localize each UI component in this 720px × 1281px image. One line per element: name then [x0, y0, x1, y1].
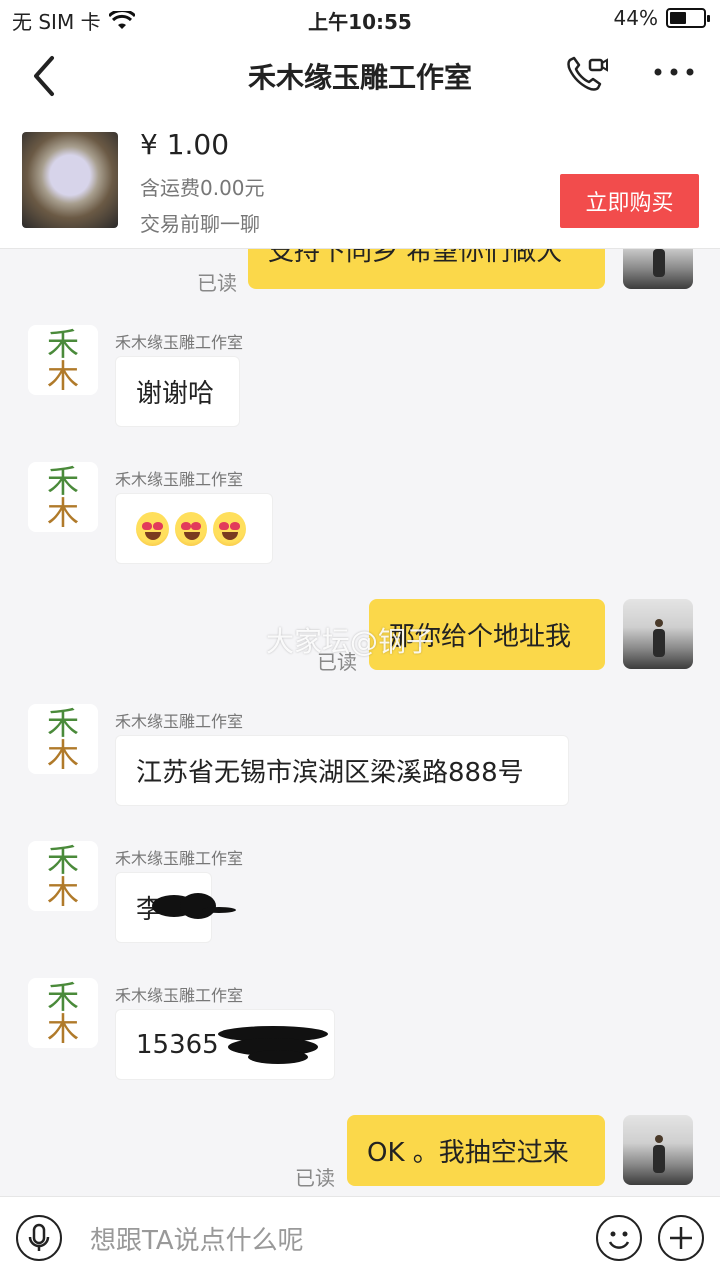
message-bubble-in: 李 — [115, 872, 236, 943]
message-bubble-emoji — [115, 493, 273, 564]
heart-eyes-emoji-icon — [213, 511, 247, 546]
my-avatar[interactable] — [623, 1115, 693, 1185]
message-text: 谢谢哈 — [136, 379, 215, 409]
message-text: 15365 — [136, 1029, 219, 1060]
chat-area: 支持下同乡 希望你们做大 已读 禾 木 禾木缘玉雕工作室 谢谢哈 禾 木 禾木缘… — [0, 249, 720, 1195]
shipping-fee: 含运费0.00元 — [140, 176, 265, 200]
shop-avatar[interactable]: 禾 木 — [28, 462, 98, 532]
product-price: ¥ 1.00 — [140, 128, 230, 161]
sender-name: 禾木缘玉雕工作室 — [115, 333, 244, 352]
emoji-button[interactable] — [596, 1215, 642, 1261]
read-receipt: 已读 — [197, 271, 237, 295]
message-bubble-out: 支持下同乡 希望你们做大 — [248, 249, 605, 289]
sender-name: 禾木缘玉雕工作室 — [115, 712, 244, 731]
my-avatar[interactable] — [623, 249, 693, 289]
heart-eyes-emoji-icon — [174, 511, 208, 546]
redaction-scribble — [218, 1020, 328, 1070]
product-thumbnail[interactable] — [22, 132, 118, 228]
message-text: 支持下同乡 希望你们做大 — [268, 249, 563, 267]
chat-title: 禾木缘玉雕工作室 — [247, 61, 472, 94]
microphone-icon — [28, 1223, 50, 1251]
watermark-text: 大家坛@钢子 — [266, 625, 435, 658]
status-right: 44% — [613, 6, 710, 30]
message-text: OK 。我抽空过来 — [367, 1138, 569, 1168]
redaction-scribble — [146, 891, 236, 921]
message-bubble-out: OK 。我抽空过来 — [347, 1115, 605, 1186]
message-text: 江苏省无锡市滨湖区梁溪路888号 — [136, 758, 524, 788]
message-input[interactable]: 想跟TA说点什么呢 — [74, 1215, 574, 1261]
smiley-icon — [608, 1231, 630, 1249]
message-bubble-in: 江苏省无锡市滨湖区梁溪路888号 — [115, 735, 569, 806]
shop-avatar[interactable]: 禾 木 — [28, 978, 98, 1048]
battery-percent: 44% — [613, 6, 658, 30]
status-time: 上午10:55 — [308, 10, 412, 34]
message-bubble-in: 15365 — [115, 1009, 335, 1080]
nav-bar: 禾木缘玉雕工作室 — [0, 36, 720, 116]
shop-avatar[interactable]: 禾 木 — [28, 841, 98, 911]
more-actions-button[interactable] — [658, 1215, 704, 1261]
heart-eyes-emoji-icon — [136, 511, 169, 546]
plus-icon — [670, 1227, 692, 1249]
more-options-icon[interactable] — [652, 60, 696, 84]
status-bar: 无 SIM 卡 上午10:55 44% — [0, 0, 720, 36]
battery-level — [670, 12, 686, 24]
message-bubble-in: 谢谢哈 — [115, 356, 240, 427]
shop-avatar[interactable]: 禾 木 — [28, 704, 98, 774]
shop-avatar[interactable]: 禾 木 — [28, 325, 98, 395]
input-bar: 想跟TA说点什么呢 — [0, 1196, 720, 1281]
sender-name: 禾木缘玉雕工作室 — [115, 470, 244, 489]
buy-now-button[interactable]: 立即购买 — [560, 174, 699, 228]
product-subtitle: 交易前聊一聊 — [140, 212, 260, 236]
read-receipt: 已读 — [295, 1166, 335, 1190]
sender-name: 禾木缘玉雕工作室 — [115, 849, 244, 868]
sender-name: 禾木缘玉雕工作室 — [115, 986, 244, 1005]
product-card[interactable]: ¥ 1.00 含运费0.00元 交易前聊一聊 立即购买 — [0, 116, 720, 249]
phone-call-icon[interactable] — [560, 50, 610, 100]
my-avatar[interactable] — [623, 599, 693, 669]
voice-input-button[interactable] — [16, 1215, 62, 1261]
battery-icon — [666, 8, 710, 28]
